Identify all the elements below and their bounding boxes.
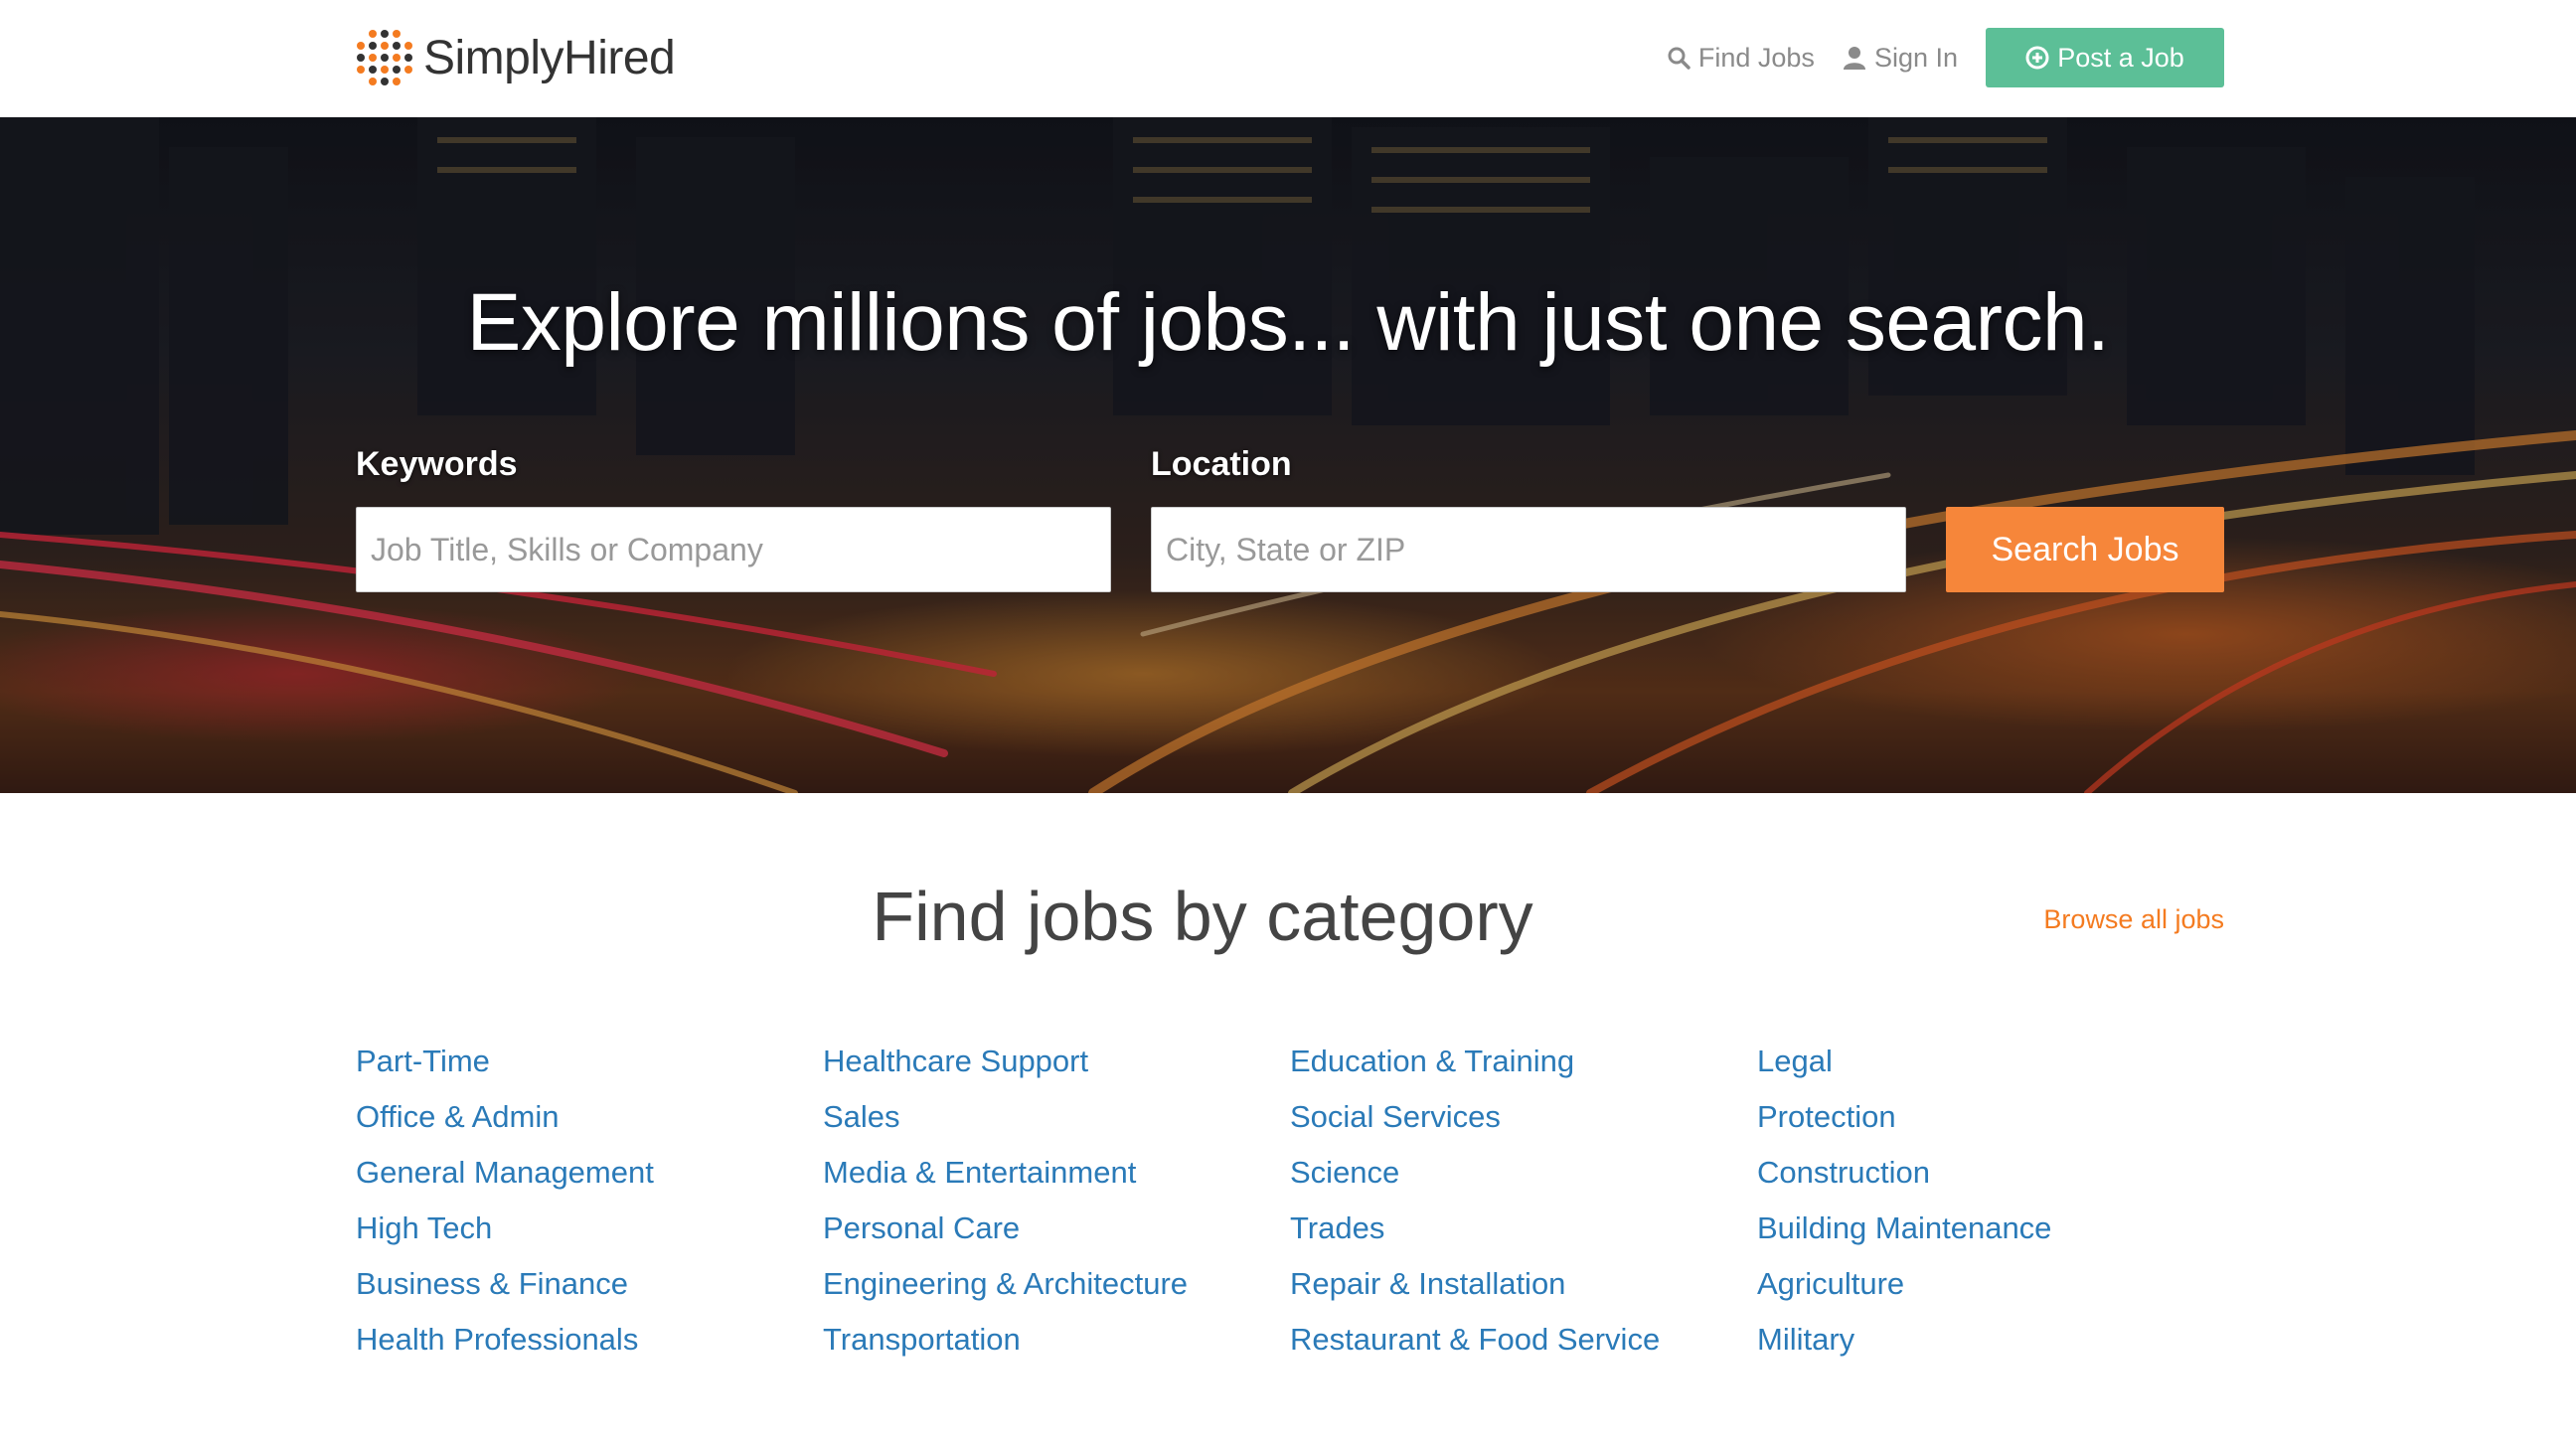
category-link[interactable]: Engineering & Architecture [823,1256,1290,1312]
find-jobs-link[interactable]: Find Jobs [1667,43,1815,74]
category-link[interactable]: Healthcare Support [823,1034,1290,1089]
category-link[interactable]: Education & Training [1290,1034,1757,1089]
category-link[interactable]: Restaurant & Food Service [1290,1312,1757,1368]
location-label: Location [1151,445,1292,483]
keywords-input[interactable] [356,507,1111,592]
category-link[interactable]: Transportation [823,1312,1290,1368]
category-column: Legal Protection Construction Building M… [1757,1034,2224,1368]
keywords-label: Keywords [356,445,518,483]
category-link[interactable]: General Management [356,1145,823,1201]
hero-banner: Explore millions of jobs... with just on… [0,117,2576,793]
category-link[interactable]: Health Professionals [356,1312,823,1368]
find-jobs-label: Find Jobs [1697,42,1815,73]
user-icon [1843,47,1865,70]
category-link[interactable]: High Tech [356,1201,823,1256]
sign-in-link[interactable]: Sign In [1843,43,1958,74]
post-job-button[interactable]: Post a Job [1986,28,2224,87]
search-icon [1668,47,1690,70]
browse-all-jobs-link[interactable]: Browse all jobs [2043,904,2224,935]
category-link[interactable]: Sales [823,1089,1290,1145]
category-link[interactable]: Business & Finance [356,1256,823,1312]
category-link[interactable]: Office & Admin [356,1089,823,1145]
category-link[interactable]: Agriculture [1757,1256,2224,1312]
plus-circle-icon [2025,46,2049,70]
category-column: Part-Time Office & Admin General Managem… [356,1034,823,1368]
category-link[interactable]: Personal Care [823,1201,1290,1256]
category-link[interactable]: Social Services [1290,1089,1757,1145]
category-link[interactable]: Protection [1757,1089,2224,1145]
location-input[interactable] [1151,507,1906,592]
category-link[interactable]: Construction [1757,1145,2224,1201]
category-link[interactable]: Legal [1757,1034,2224,1089]
category-link[interactable]: Military [1757,1312,2224,1368]
brand-name: SimplyHired [423,31,676,84]
category-link[interactable]: Media & Entertainment [823,1145,1290,1201]
category-link[interactable]: Part-Time [356,1034,823,1089]
category-link[interactable]: Science [1290,1145,1757,1201]
logo[interactable]: SimplyHired [356,26,676,89]
hero-headline: Explore millions of jobs... with just on… [466,277,2110,368]
simplyhired-logo-icon [356,29,413,86]
post-job-label: Post a Job [2057,42,2184,73]
category-columns: Part-Time Office & Admin General Managem… [356,1034,2224,1368]
top-nav: Find Jobs Sign In Post a Job [1667,28,2224,87]
site-header: SimplyHired Find Jobs Sign In Post a Job [0,0,2576,117]
category-column: Healthcare Support Sales Media & Enterta… [823,1034,1290,1368]
category-link[interactable]: Repair & Installation [1290,1256,1757,1312]
sign-in-label: Sign In [1873,42,1958,73]
search-jobs-button[interactable]: Search Jobs [1946,507,2224,592]
category-link[interactable]: Building Maintenance [1757,1201,2224,1256]
category-link[interactable]: Trades [1290,1201,1757,1256]
category-column: Education & Training Social Services Sci… [1290,1034,1757,1368]
